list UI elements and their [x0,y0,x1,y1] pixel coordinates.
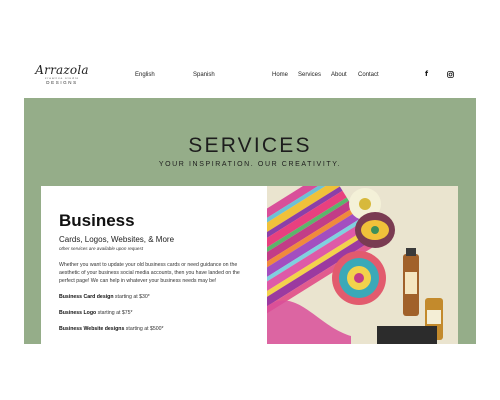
page-tagline: YOUR INSPIRATION. OUR CREATIVITY. [158,161,342,168]
facebook-icon[interactable]: f [422,70,431,79]
crafts-photo [210,186,458,344]
price-value: starting at $500* [124,326,164,332]
nav-contact[interactable]: Contact [358,72,379,78]
language-english-link[interactable]: English [135,72,155,78]
card-title: Business [59,211,135,230]
language-spanish-link[interactable]: Spanish [193,72,215,78]
nav-services[interactable]: Services [298,72,321,78]
price-business-card: Business Card design starting at $30* [59,294,257,301]
site-logo[interactable]: Arrazola creative studio DESIGNS [32,64,92,86]
price-label: Business Logo [59,310,97,316]
nav-home[interactable]: Home [272,72,288,78]
page-frame: Arrazola creative studio DESIGNS English… [24,42,476,344]
price-value: starting at $30* [113,294,150,300]
logo-designs: DESIGNS [46,80,78,85]
instagram-icon[interactable] [446,70,455,79]
services-hero: SERVICES YOUR INSPIRATION. OUR CREATIVIT… [24,98,476,344]
site-header: Arrazola creative studio DESIGNS English… [24,42,476,98]
price-label: Business Card design [59,294,114,300]
business-service-card: Business Cards, Logos, Websites, & More … [41,186,458,344]
price-business-logo: Business Logo starting at $75* [59,310,257,317]
card-subtitle: Cards, Logos, Websites, & More [59,235,175,244]
price-value: starting at $75* [96,310,133,316]
logo-script: Arrazola [35,63,89,77]
card-text-column: Business Cards, Logos, Websites, & More … [41,186,267,344]
card-note: other services are available upon reques… [59,246,144,251]
price-business-website: Business Website designs starting at $50… [59,326,257,333]
page-title: SERVICES [188,134,312,157]
price-label: Business Website designs [59,326,125,332]
card-description: Whether you want to update your old busi… [59,262,240,284]
nav-about[interactable]: About [331,72,347,78]
